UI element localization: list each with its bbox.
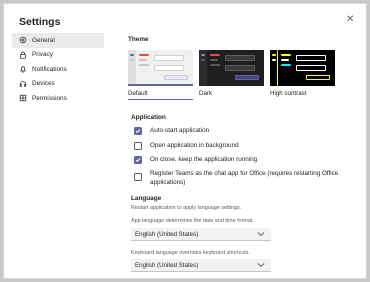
nav-item-permissions[interactable]: Permissions xyxy=(12,91,104,106)
nav-item-notifications[interactable]: Notifications xyxy=(12,62,104,77)
close-icon[interactable]: ✕ xyxy=(346,15,354,25)
lock-icon xyxy=(18,50,27,59)
keyboard-language-value: English (United States) xyxy=(135,261,199,269)
checkmark-icon xyxy=(135,158,141,163)
restart-note: Restart application to apply language se… xyxy=(131,205,242,211)
keyboard-language-select[interactable]: English (United States) xyxy=(131,259,271,272)
nav-label-devices: Devices xyxy=(32,80,55,88)
option-open-background[interactable]: Open application in background xyxy=(134,142,239,151)
language-title: Language xyxy=(131,195,162,202)
nav-label-privacy: Privacy xyxy=(32,51,53,59)
theme-default[interactable]: Default xyxy=(128,50,193,100)
gear-icon xyxy=(18,36,27,45)
nav-label-permissions: Permissions xyxy=(32,94,67,102)
grid-icon xyxy=(18,94,27,103)
theme-label-dark: Dark xyxy=(199,90,213,97)
app-language-select[interactable]: English (United States) xyxy=(131,228,271,241)
nav-item-general[interactable]: General xyxy=(12,33,104,48)
dialog-title: Settings xyxy=(19,16,61,28)
application-title: Application xyxy=(131,114,166,121)
theme-dark-thumbnail xyxy=(199,50,264,86)
option-keep-running[interactable]: On close, keep the application running xyxy=(134,156,257,165)
theme-high-contrast[interactable]: High contrast xyxy=(270,50,335,100)
open-background-checkbox[interactable] xyxy=(134,142,142,150)
keyboard-language-note: Keyboard language overrides keyboard sho… xyxy=(131,250,250,256)
headset-icon xyxy=(18,79,27,88)
app-language-note: App language determines the date and tim… xyxy=(131,218,254,224)
app-language-value: English (United States) xyxy=(135,230,199,238)
auto-start-label: Auto-start application xyxy=(150,127,210,134)
checkmark-icon xyxy=(135,129,141,134)
nav-label-general: General xyxy=(32,36,55,44)
settings-nav: General Privacy Notifications Devices Pe… xyxy=(12,33,104,106)
option-auto-start[interactable]: Auto-start application xyxy=(134,127,209,136)
theme-label-default: Default xyxy=(128,90,193,100)
chevron-down-icon xyxy=(257,232,265,237)
theme-high-contrast-thumbnail xyxy=(270,50,335,86)
theme-title: Theme xyxy=(128,36,149,43)
theme-label-high-contrast: High contrast xyxy=(270,90,307,97)
nav-label-notifications: Notifications xyxy=(32,65,67,73)
chevron-down-icon xyxy=(257,263,265,268)
keep-running-checkbox[interactable] xyxy=(134,156,142,164)
theme-options: Default Dark High contrast xyxy=(128,50,335,100)
option-register-chat-app[interactable]: Register Teams as the chat app for Offic… xyxy=(134,170,350,187)
theme-default-thumbnail xyxy=(128,50,193,86)
register-chat-app-label: Register Teams as the chat app for Offic… xyxy=(150,170,339,186)
open-background-label: Open application in background xyxy=(150,142,239,149)
auto-start-checkbox[interactable] xyxy=(134,127,142,135)
nav-item-devices[interactable]: Devices xyxy=(12,77,104,92)
theme-section: Theme xyxy=(128,36,358,43)
keep-running-label: On close, keep the application running xyxy=(150,156,258,163)
bell-icon xyxy=(18,65,27,74)
theme-dark[interactable]: Dark xyxy=(199,50,264,100)
register-chat-app-checkbox[interactable] xyxy=(134,173,142,181)
nav-item-privacy[interactable]: Privacy xyxy=(12,48,104,63)
